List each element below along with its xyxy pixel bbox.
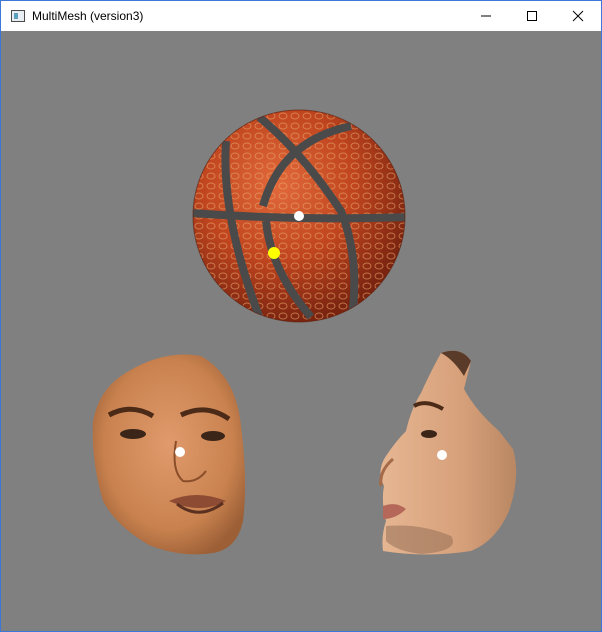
basketball-marker-white	[294, 211, 304, 221]
maximize-button[interactable]	[509, 1, 555, 31]
face-side-mesh[interactable]	[379, 350, 517, 555]
face-front-marker-white	[175, 447, 185, 457]
app-icon	[11, 10, 25, 22]
minimize-icon	[481, 15, 491, 17]
face-side-marker-white	[437, 450, 447, 460]
title-bar[interactable]: MultiMesh (version3)	[1, 1, 601, 31]
close-icon	[572, 10, 584, 22]
app-window: MultiMesh (version3)	[0, 0, 602, 632]
scene-canvas	[92, 109, 517, 555]
maximize-icon	[527, 11, 537, 21]
window-title: MultiMesh (version3)	[32, 9, 144, 23]
minimize-button[interactable]	[463, 1, 509, 31]
window-controls	[463, 1, 601, 31]
basketball-marker-yellow	[268, 247, 280, 259]
render-viewport[interactable]	[1, 31, 601, 631]
close-button[interactable]	[555, 1, 601, 31]
face-front-mesh[interactable]	[92, 354, 246, 555]
